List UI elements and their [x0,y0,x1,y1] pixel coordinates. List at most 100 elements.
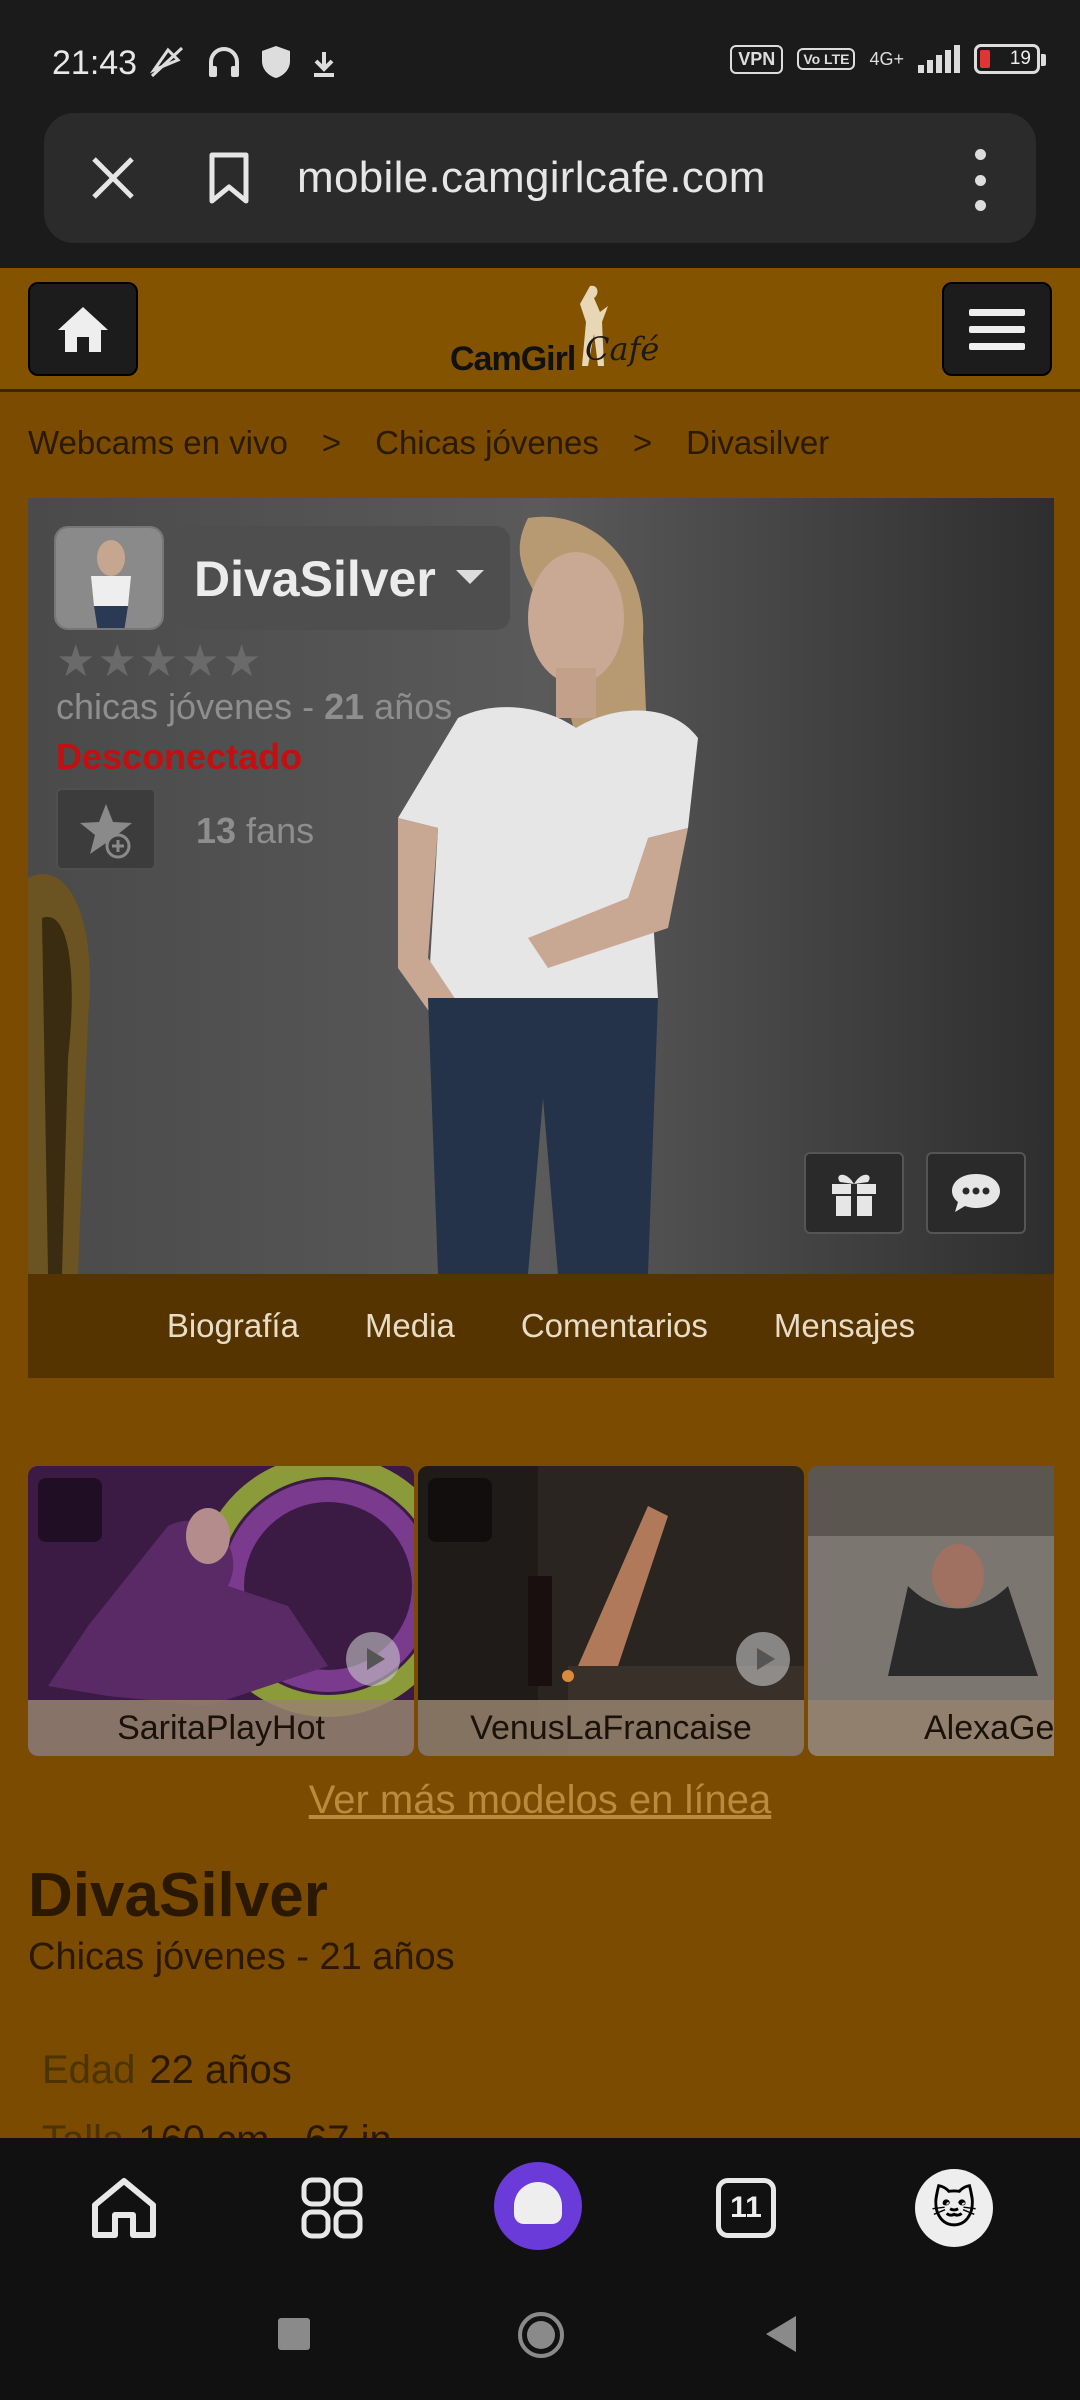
system-navigation-bar [0,2272,1080,2400]
star-icon: ★ [138,637,179,686]
signal-icon [918,45,960,73]
download-icon [314,52,334,77]
play-icon[interactable] [346,1632,400,1686]
breadcrumb: Webcams en vivo > Chicas jóvenes > Divas… [28,424,829,462]
vpn-badge: VPN [730,44,784,74]
status-system-icons: VPN Vo LTE 4G+ 19 [730,44,1046,74]
model-thumbnail[interactable]: VenusLaFrancaise [418,1466,804,1756]
status-badge: Desconectado [56,736,303,777]
grid-icon [301,2177,363,2239]
more-options-icon[interactable] [970,149,990,211]
detail-value: 160 cm - 67 in [138,2118,391,2138]
model-thumbnail-name: SaritaPlayHot [28,1700,414,1756]
profile-card: DivaSilver ★ ★ ★ ★ ★ chicas jóvenes - 21… [28,498,1054,1378]
model-thumbnail[interactable]: AlexaGe [808,1466,1054,1756]
battery-icon: 19 [974,44,1046,74]
breadcrumb-link-webcams[interactable]: Webcams en vivo [28,424,288,462]
gift-button[interactable] [804,1152,904,1234]
bio-subtitle: Chicas jóvenes - 21 años [28,1936,455,1978]
model-age: 21 [324,686,365,727]
battery-level: 19 [1009,48,1031,69]
chat-bubble-icon [952,1174,1000,1212]
headphones-icon [209,47,239,77]
status-time: 21:43 [52,44,138,82]
rating-stars[interactable]: ★ ★ ★ ★ ★ [56,637,262,686]
star-icon: ★ [56,637,96,686]
voice-assistant-button[interactable] [494,2162,582,2250]
status-notification-icons [148,44,338,80]
tab-count: 11 [716,2178,776,2238]
address-bar[interactable]: mobile.camgirlcafe.com [44,113,1036,243]
site-logo[interactable]: CamGirl Café [450,282,659,382]
browser-bottom-nav: 11 🐱 [0,2138,1080,2272]
tab-biografia[interactable]: Biografía [167,1307,299,1345]
mute-vibrate-icon [149,46,184,78]
tab-media[interactable]: Media [365,1307,455,1345]
home-icon [58,307,108,352]
model-thumbnail-name: VenusLaFrancaise [418,1700,804,1756]
nav-services-button[interactable] [292,2168,372,2248]
detail-row-age: Edad 22 años [42,2048,292,2093]
add-favorite-button[interactable] [56,788,156,870]
model-age-unit: años [364,686,453,727]
detail-row-height: Talla 160 cm - 67 in [42,2118,392,2138]
shield-icon [262,46,290,78]
site-header: CamGirl Café [0,268,1080,392]
bookmark-icon[interactable] [206,151,252,205]
model-category: chicas jóvenes - [56,686,325,727]
vibe-toy-icon [38,1478,102,1542]
profile-tabs: Biografía Media Comentarios Mensajes [28,1274,1054,1378]
fans-count: 13 fans [196,810,314,852]
breadcrumb-separator: > [632,424,653,461]
home-circle-icon[interactable] [516,2310,566,2360]
star-icon: ★ [221,637,262,686]
profile-button[interactable]: 🐱 [914,2168,994,2248]
avatar [54,526,164,630]
model-name: DivaSilver [194,551,436,607]
message-button[interactable] [926,1152,1026,1234]
bio-title: DivaSilver [28,1861,328,1930]
star-icon: ★ [97,637,137,686]
breadcrumb-separator: > [321,424,342,461]
star-plus-icon [80,804,132,859]
model-name-dropdown[interactable]: DivaSilver [54,526,510,630]
close-icon[interactable] [86,151,140,205]
play-icon[interactable] [736,1632,790,1686]
home-outline-icon [92,2178,156,2238]
status-bar: 21:43 VPN Vo LTE 4G+ 19 [0,0,1080,110]
web-page: CamGirl Café Webcams en vivo > Chicas jó… [0,268,1080,2138]
model-thumbnail-name: AlexaGe [808,1700,1054,1756]
detail-value: 22 años [149,2048,292,2092]
model-meta: chicas jóvenes - 21 años [56,686,452,728]
back-icon[interactable] [762,2314,800,2354]
tabs-button[interactable]: 11 [706,2168,786,2248]
breadcrumb-current: Divasilver [686,424,830,461]
star-icon: ★ [180,637,220,686]
gift-icon [832,1174,876,1216]
hamburger-icon [969,308,1025,350]
cat-avatar-icon: 🐱 [915,2169,993,2247]
online-models-carousel[interactable]: SaritaPlayHot VenusLaFrancaise AlexaGe [28,1466,1054,1756]
logo-script: Café [585,330,660,368]
tab-comentarios[interactable]: Comentarios [521,1307,708,1345]
profile-photo[interactable]: DivaSilver ★ ★ ★ ★ ★ chicas jóvenes - 21… [28,498,1054,1274]
chevron-down-icon [456,570,484,584]
logo-text: CamGirl [450,340,576,378]
tab-mensajes[interactable]: Mensajes [774,1307,915,1345]
detail-key: Edad [42,2048,136,2092]
volte-badge: Vo LTE [797,48,856,70]
vibe-toy-icon [428,1478,492,1542]
breadcrumb-link-category[interactable]: Chicas jóvenes [375,424,599,462]
fans-label: fans [236,810,315,851]
fans-number: 13 [196,810,237,851]
browser-toolbar: mobile.camgirlcafe.com [0,110,1080,268]
recents-icon[interactable] [276,2316,312,2352]
site-menu-button[interactable] [942,282,1052,376]
site-home-button[interactable] [28,282,138,376]
model-thumbnail[interactable]: SaritaPlayHot [28,1466,414,1756]
detail-key: Talla [42,2118,124,2138]
nav-home-button[interactable] [84,2168,164,2248]
url-text[interactable]: mobile.camgirlcafe.com [297,153,766,203]
network-type: 4G+ [869,49,904,69]
more-models-link[interactable]: Ver más modelos en línea [0,1778,1080,1823]
